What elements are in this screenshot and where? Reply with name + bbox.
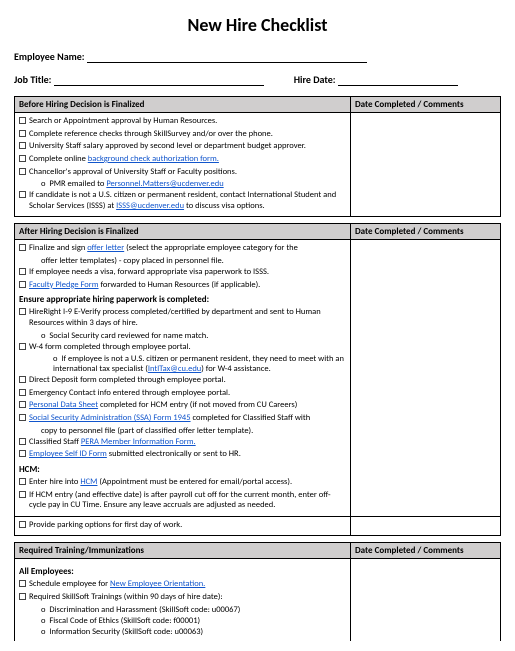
checkbox[interactable] <box>19 450 26 457</box>
checkbox[interactable] <box>19 491 26 498</box>
comments-header: Date Completed / Comments <box>351 224 501 240</box>
offer-letter-link[interactable]: offer letter <box>87 243 124 253</box>
paperwork-subhead: Ensure appropriate hiring paperwork is c… <box>19 294 346 305</box>
hcm-subhead: HCM: <box>19 464 346 475</box>
checkbox[interactable] <box>19 478 26 485</box>
ssa-form-link[interactable]: Social Security Administration (SSA) For… <box>29 413 191 423</box>
selfid-link[interactable]: Employee Self ID Form <box>29 449 107 459</box>
checkbox[interactable] <box>19 308 26 315</box>
bg-check-link[interactable]: background check authorization form. <box>88 154 219 164</box>
after-row2-comments[interactable] <box>351 516 501 536</box>
training-header: Required Training/Immunizations <box>15 543 351 559</box>
employee-name-input[interactable] <box>87 62 367 63</box>
comments-header: Date Completed / Comments <box>351 543 501 559</box>
checkbox[interactable] <box>19 438 26 445</box>
checkbox[interactable] <box>19 268 26 275</box>
checkbox[interactable] <box>19 521 26 528</box>
checkbox[interactable] <box>19 414 26 421</box>
before-body: Search or Appointment approval by Human … <box>15 113 351 217</box>
job-title-input[interactable] <box>54 85 264 86</box>
faculty-pledge-link[interactable]: Faculty Pledge Form <box>29 280 99 290</box>
after-comments[interactable] <box>351 240 501 516</box>
employee-name-label: Employee Name: <box>14 50 85 63</box>
section-before-hiring: Before Hiring Decision is Finalized Date… <box>14 96 501 217</box>
page-title: New Hire Checklist <box>14 14 501 36</box>
after-body: Finalize and sign offer letter (select t… <box>15 240 351 516</box>
checkbox[interactable] <box>19 376 26 383</box>
checkbox[interactable] <box>19 580 26 587</box>
job-title-label: Job Title: <box>14 73 51 86</box>
after-header: After Hiring Decision is Finalized <box>15 224 351 240</box>
neo-link[interactable]: New Employee Orientation. <box>110 579 205 589</box>
personal-data-link[interactable]: Personal Data Sheet <box>29 400 98 410</box>
intltax-link[interactable]: IntlTax@cu.edu <box>148 364 201 374</box>
section-training: Required Training/Immunizations Date Com… <box>14 542 501 640</box>
hcm-link[interactable]: HCM <box>80 477 97 487</box>
after-row2: Provide parking options for first day of… <box>15 516 351 536</box>
section-after-hiring: After Hiring Decision is Finalized Date … <box>14 223 501 536</box>
checkbox[interactable] <box>19 401 26 408</box>
checkbox[interactable] <box>19 117 26 124</box>
checkbox[interactable] <box>19 281 26 288</box>
hire-date-input[interactable] <box>338 85 458 86</box>
checkbox[interactable] <box>19 593 26 600</box>
checkbox[interactable] <box>19 130 26 137</box>
comments-header: Date Completed / Comments <box>351 97 501 113</box>
checkbox[interactable] <box>19 244 26 251</box>
job-title-field: Job Title: <box>14 73 264 86</box>
isss-email-link[interactable]: ISSS@ucdenver.edu <box>116 201 184 211</box>
training-comments[interactable] <box>351 559 501 641</box>
checkbox[interactable] <box>19 389 26 396</box>
pmr-email-link[interactable]: Personnel.Matters@ucdenver.edu <box>106 179 223 189</box>
checkbox[interactable] <box>19 343 26 350</box>
hire-date-field: Hire Date: <box>294 73 458 86</box>
pera-link[interactable]: PERA Member Information Form. <box>81 437 196 447</box>
checkbox[interactable] <box>19 168 26 175</box>
checkbox[interactable] <box>19 142 26 149</box>
checkbox[interactable] <box>19 191 26 198</box>
all-employees-subhead: All Employees: <box>19 566 346 577</box>
checkbox[interactable] <box>19 155 26 162</box>
employee-name-field: Employee Name: <box>14 50 501 63</box>
training-body: All Employees: Schedule employee for New… <box>15 559 351 641</box>
before-comments[interactable] <box>351 113 501 217</box>
before-header: Before Hiring Decision is Finalized <box>15 97 351 113</box>
hire-date-label: Hire Date: <box>294 73 336 86</box>
